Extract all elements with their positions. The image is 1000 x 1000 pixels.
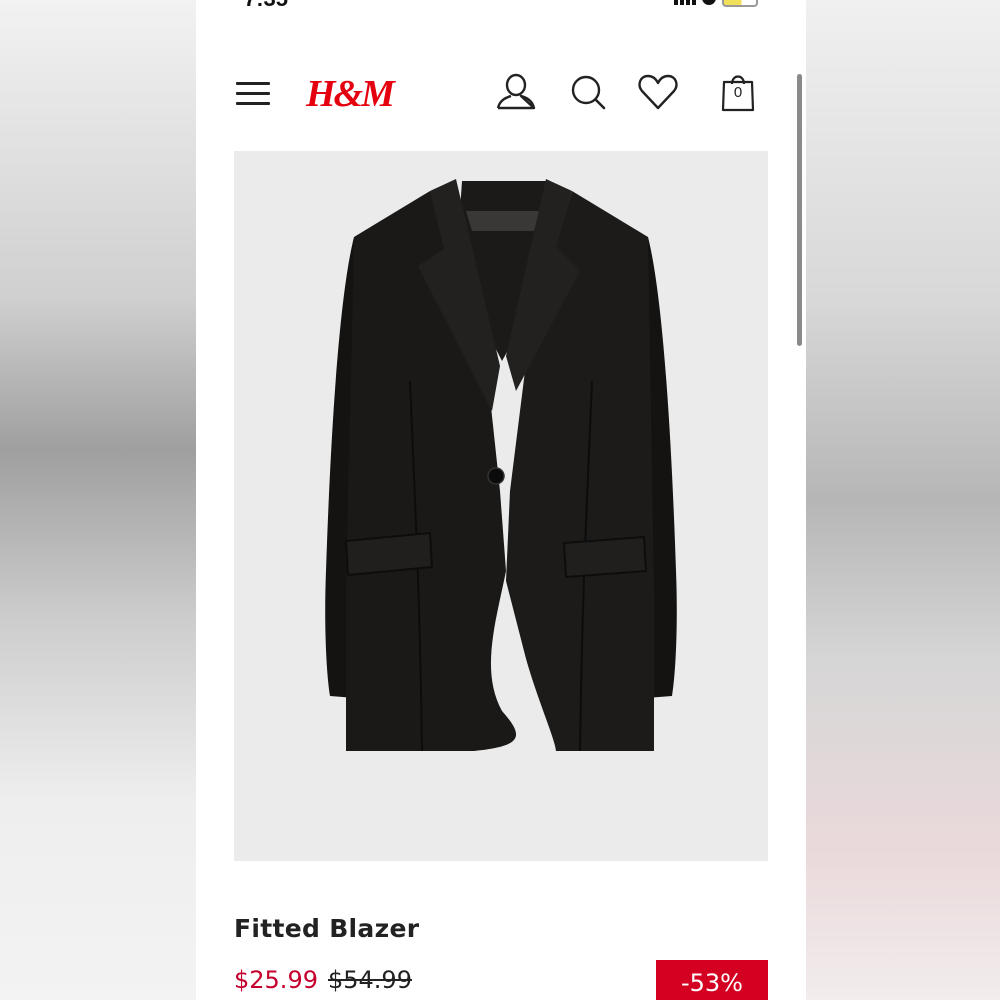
hamburger-menu-icon[interactable] [236, 82, 270, 106]
hm-logo[interactable]: H&M [306, 72, 395, 116]
phone-screen: 7:35 H&M [196, 0, 806, 1000]
search-icon[interactable] [566, 70, 610, 114]
battery-icon [722, 0, 758, 7]
background-left [0, 0, 196, 1000]
shopping-bag-icon[interactable]: 0 [716, 70, 760, 114]
bag-count: 0 [733, 84, 743, 101]
wifi-icon [702, 0, 716, 5]
price-row: $25.99 $54.99 [234, 966, 412, 994]
heart-icon[interactable] [636, 70, 680, 114]
scrollbar[interactable] [797, 74, 802, 346]
status-indicators [674, 0, 758, 7]
product-title: Fitted Blazer [234, 914, 420, 943]
discount-badge: -53% [656, 960, 768, 1000]
sale-price: $25.99 [234, 966, 318, 994]
user-icon[interactable] [494, 70, 538, 114]
status-time: 7:35 [244, 0, 288, 12]
original-price: $54.99 [327, 966, 412, 994]
product-image[interactable] [234, 151, 768, 861]
background-right [806, 0, 1000, 1000]
site-header: H&M 0 [196, 60, 806, 130]
signal-icon [674, 0, 696, 5]
blazer-illustration [325, 179, 677, 752]
